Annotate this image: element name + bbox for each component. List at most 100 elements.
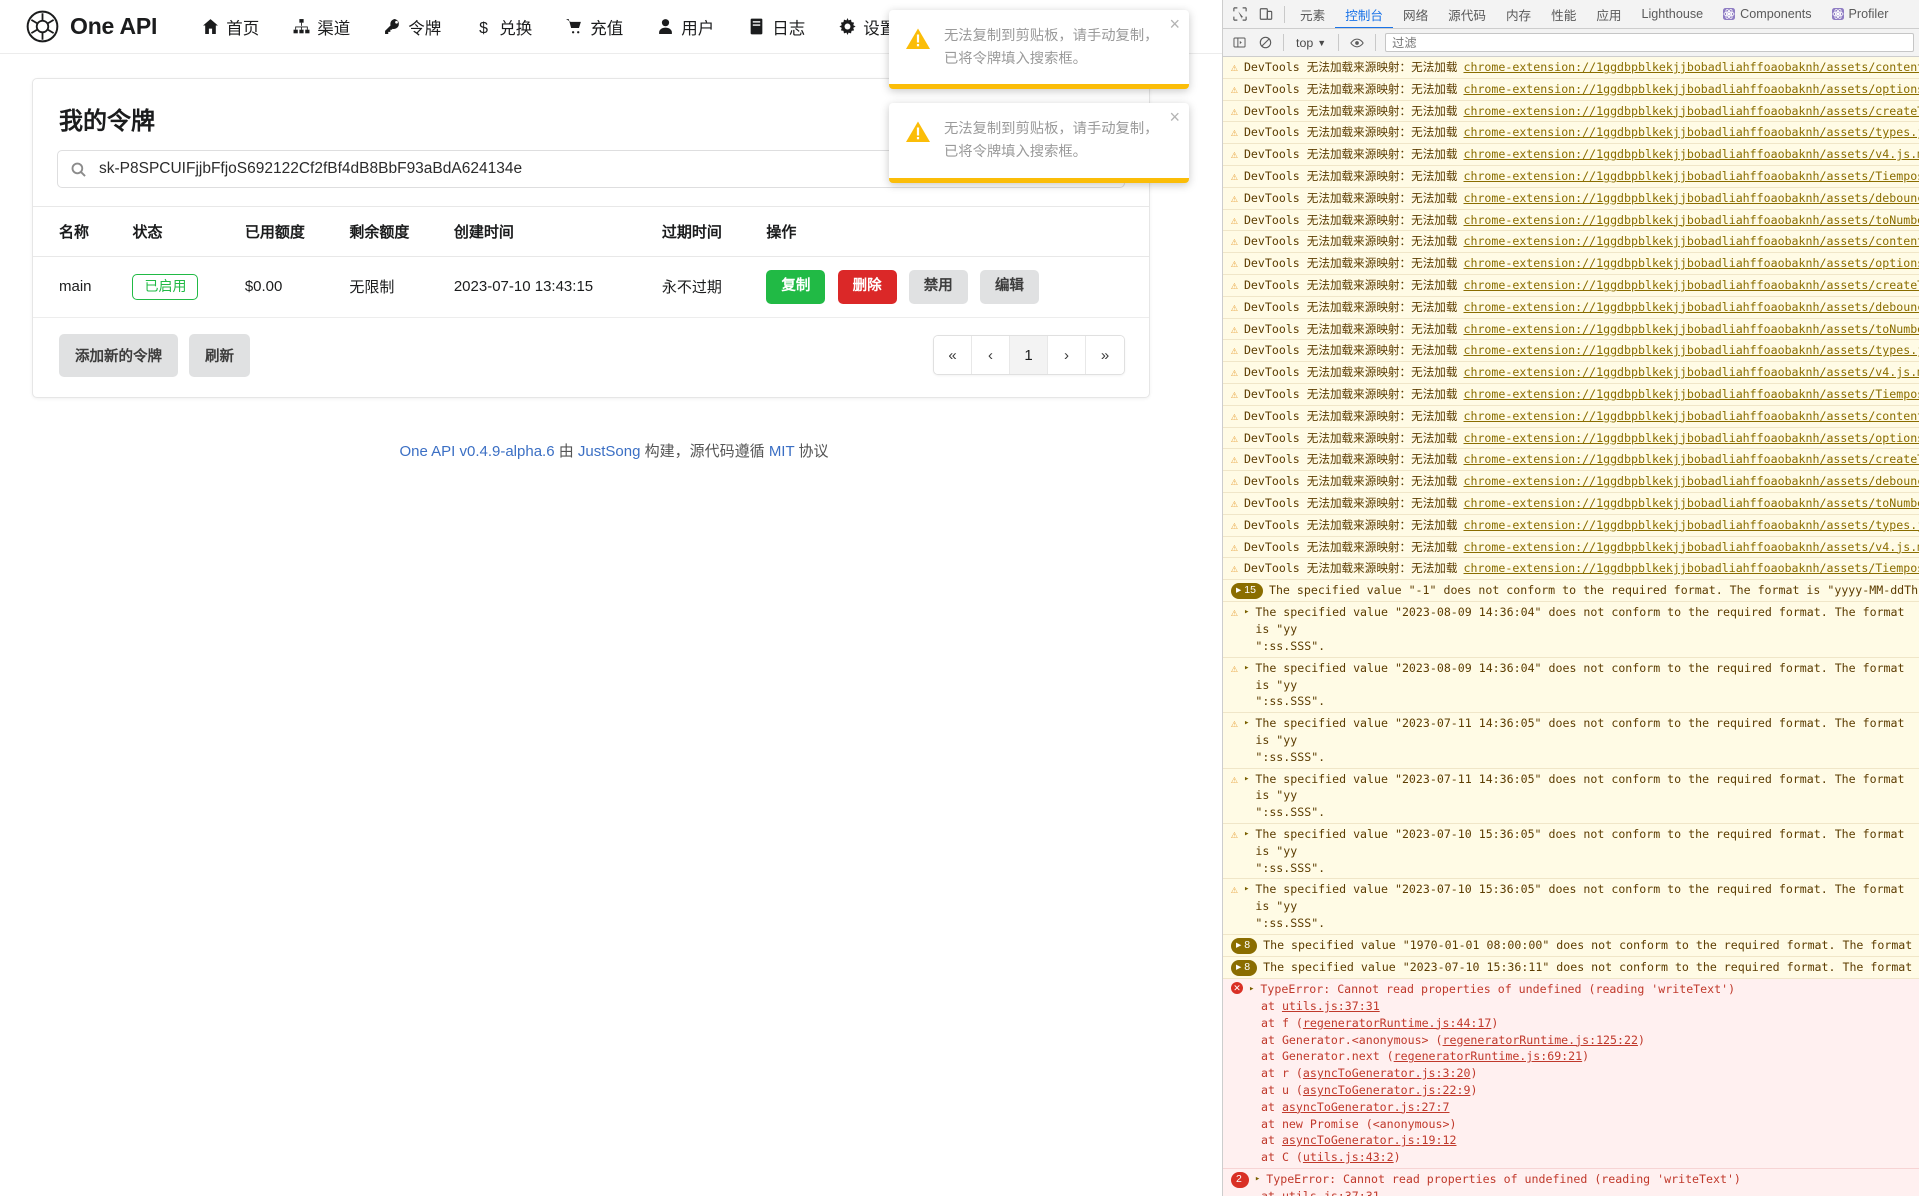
console-row[interactable]: ⚠ DevTools 无法加载来源映射：无法加载 chrome-extension:… [1223, 471, 1919, 493]
nav-item-redeem[interactable]: $ 兑换 [458, 0, 549, 54]
execution-context-select[interactable]: top ▼ [1289, 36, 1333, 50]
console-row[interactable]: ⚠ DevTools 无法加载来源映射：无法加载 chrome-extension:… [1223, 318, 1919, 341]
tab-components[interactable]: Components [1713, 0, 1821, 28]
tab-memory[interactable]: 内存 [1496, 0, 1541, 28]
row-link[interactable]: chrome-extension://1ggdbpblkekjjbobadlia… [1463, 277, 1919, 294]
row-link[interactable]: chrome-extension://1ggdbpblkekjjbobadlia… [1463, 495, 1919, 512]
console-row[interactable]: ⚠ DevTools 无法加载来源映射：无法加载 chrome-extension:… [1223, 492, 1919, 515]
row-link[interactable]: chrome-extension://1ggdbpblkekjjbobadlia… [1463, 386, 1919, 403]
column-header-used-quota[interactable]: 已用额度 [234, 206, 340, 257]
stack-link[interactable]: regeneratorRuntime.js:69:21 [1394, 1049, 1582, 1063]
console-group-row[interactable]: ▸ 15 The specified value "-1" does not c… [1223, 580, 1919, 603]
close-icon[interactable]: × [1169, 108, 1180, 126]
console-row[interactable]: ⚠ DevTools 无法加载来源映射：无法加载 chrome-extension:… [1223, 57, 1919, 79]
row-link[interactable]: chrome-extension://1ggdbpblkekjjbobadlia… [1463, 81, 1919, 98]
expand-triangle-icon[interactable]: ▸ [1244, 717, 1249, 730]
console-group-row[interactable]: ⚠ ▸ The specified value "2023-08-09 14:36… [1223, 657, 1919, 714]
refresh-button[interactable]: 刷新 [189, 333, 250, 377]
column-header-created-time[interactable]: 创建时间 [443, 206, 652, 257]
pagination-next[interactable]: › [1048, 336, 1086, 375]
close-icon[interactable]: × [1169, 15, 1180, 33]
pagination-first[interactable]: « [934, 336, 972, 375]
eye-icon[interactable] [1344, 30, 1370, 56]
console-row[interactable]: ⚠ DevTools 无法加载来源映射：无法加载 chrome-extension:… [1223, 514, 1919, 537]
console-row[interactable]: ⚠ DevTools 无法加载来源映射：无法加载 chrome-extension:… [1223, 449, 1919, 472]
footer-license[interactable]: MIT [769, 443, 795, 460]
console-row[interactable]: ⚠ DevTools 无法加载来源映射：无法加载 chrome-extension:… [1223, 362, 1919, 384]
row-link[interactable]: chrome-extension://1ggdbpblkekjjbobadlia… [1463, 451, 1919, 468]
stack-link[interactable]: asyncToGenerator.js:19:12 [1282, 1133, 1457, 1147]
nav-item-topup[interactable]: 充值 [549, 0, 640, 54]
console-row[interactable]: ⚠ DevTools 无法加载来源映射：无法加载 chrome-extension:… [1223, 165, 1919, 188]
row-link[interactable]: chrome-extension://1ggdbpblkekjjbobadlia… [1463, 517, 1919, 534]
footer-version[interactable]: One API v0.4.9-alpha.6 [399, 443, 554, 460]
nav-item-home[interactable]: 首页 [185, 0, 276, 54]
device-toolbar-icon[interactable] [1253, 1, 1279, 27]
console-filter-input[interactable] [1385, 33, 1914, 52]
status-badge[interactable]: 已启用 [132, 274, 199, 300]
nav-item-token[interactable]: 令牌 [367, 0, 458, 54]
console-row[interactable]: ⚠ DevTools 无法加载来源映射：无法加载 chrome-extension:… [1223, 274, 1919, 297]
tab-profiler[interactable]: Profiler [1822, 0, 1899, 28]
column-header-remain-quota[interactable]: 剩余额度 [339, 206, 444, 257]
console-group-row[interactable]: ⚠ ▸ The specified value "2023-07-10 15:36… [1223, 823, 1919, 880]
group-count-badge[interactable]: ▸ 15 [1231, 583, 1263, 600]
pagination-page-1[interactable]: 1 [1010, 336, 1048, 375]
tab-performance[interactable]: 性能 [1541, 0, 1586, 28]
tab-lighthouse[interactable]: Lighthouse [1632, 0, 1714, 28]
column-header-expired-time[interactable]: 过期时间 [651, 206, 757, 257]
console-group-row[interactable]: ⚠ ▸ The specified value "2023-07-11 14:36… [1223, 713, 1919, 769]
console-sidebar-icon[interactable] [1226, 30, 1252, 56]
group-count-badge[interactable]: ▸ 8 [1231, 937, 1258, 954]
expand-triangle-icon[interactable]: ▸ [1255, 1173, 1260, 1186]
row-link[interactable]: chrome-extension://1ggdbpblkekjjbobadlia… [1463, 233, 1919, 250]
row-link[interactable]: chrome-extension://1ggdbpblkekjjbobadlia… [1463, 473, 1919, 490]
stack-link[interactable]: asyncToGenerator.js:3:20 [1303, 1066, 1471, 1080]
nav-item-log[interactable]: 日志 [731, 0, 822, 54]
tab-sources[interactable]: 源代码 [1438, 0, 1496, 28]
row-link[interactable]: chrome-extension://1ggdbpblkekjjbobadlia… [1463, 146, 1919, 163]
row-link[interactable]: chrome-extension://1ggdbpblkekjjbobadlia… [1463, 299, 1919, 316]
row-link[interactable]: chrome-extension://1ggdbpblkekjjbobadlia… [1463, 124, 1919, 141]
row-link[interactable]: chrome-extension://1ggdbpblkekjjbobadlia… [1463, 364, 1919, 381]
row-link[interactable]: chrome-extension://1ggdbpblkekjjbobadlia… [1463, 430, 1919, 447]
row-link[interactable]: chrome-extension://1ggdbpblkekjjbobadlia… [1463, 408, 1919, 425]
delete-button[interactable]: 删除 [837, 270, 897, 304]
console-row[interactable]: ⚠ DevTools 无法加载来源映射：无法加载 chrome-extension:… [1223, 383, 1919, 406]
expand-triangle-icon[interactable]: ▸ [1244, 662, 1249, 675]
console-row[interactable]: ⚠ DevTools 无法加载来源映射：无法加载 chrome-extension:… [1223, 536, 1919, 559]
group-count-badge[interactable]: ▸ 8 [1231, 959, 1258, 977]
row-link[interactable]: chrome-extension://1ggdbpblkekjjbobadlia… [1463, 168, 1919, 185]
console-row[interactable]: ⚠ DevTools 无法加载来源映射：无法加载 chrome-extension:… [1223, 558, 1919, 581]
tab-elements[interactable]: 元素 [1290, 0, 1335, 28]
expand-triangle-icon[interactable]: ▸ [1249, 983, 1254, 996]
console-row[interactable]: ⚠ DevTools 无法加载来源映射：无法加载 chrome-extension:… [1223, 100, 1919, 123]
console-row[interactable]: ⚠ DevTools 无法加载来源映射：无法加载 chrome-extension:… [1223, 122, 1919, 145]
column-header-status[interactable]: 状态 [122, 206, 235, 257]
disable-button[interactable]: 禁用 [908, 270, 968, 304]
stack-link[interactable]: asyncToGenerator.js:27:7 [1282, 1100, 1450, 1114]
edit-button[interactable]: 编辑 [979, 270, 1039, 304]
error-count-badge[interactable]: 2 [1231, 1171, 1249, 1189]
clear-console-icon[interactable] [1252, 30, 1278, 56]
row-link[interactable]: chrome-extension://1ggdbpblkekjjbobadlia… [1463, 212, 1919, 229]
tab-network[interactable]: 网络 [1393, 0, 1438, 28]
console-row[interactable]: ⚠ DevTools 无法加载来源映射：无法加载 chrome-extension:… [1223, 296, 1919, 319]
stack-link[interactable]: utils.js:37:31 [1282, 999, 1380, 1013]
console-row[interactable]: ⚠ DevTools 无法加载来源映射：无法加载 chrome-extension:… [1223, 253, 1919, 275]
stack-link[interactable]: utils.js:37:31 [1282, 1189, 1380, 1196]
row-link[interactable]: chrome-extension://1ggdbpblkekjjbobadlia… [1463, 103, 1919, 120]
stack-link[interactable]: asyncToGenerator.js:22:9 [1303, 1083, 1471, 1097]
row-link[interactable]: chrome-extension://1ggdbpblkekjjbobadlia… [1463, 255, 1919, 272]
console-output[interactable]: ⚠ DevTools 无法加载来源映射：无法加载 chrome-extension:… [1223, 57, 1919, 1196]
inspect-element-icon[interactable] [1227, 1, 1253, 27]
row-link[interactable]: chrome-extension://1ggdbpblkekjjbobadlia… [1463, 59, 1919, 76]
expand-triangle-icon[interactable]: ▸ [1244, 773, 1249, 786]
pagination-prev[interactable]: ‹ [972, 336, 1010, 375]
row-link[interactable]: chrome-extension://1ggdbpblkekjjbobadlia… [1463, 560, 1919, 577]
tab-console[interactable]: 控制台 [1335, 0, 1393, 28]
console-group-row[interactable]: ▸ 8 The specified value "2023-07-10 15:3… [1223, 956, 1919, 980]
console-row[interactable]: ⚠ DevTools 无法加载来源映射：无法加载 chrome-extension:… [1223, 209, 1919, 232]
row-link[interactable]: chrome-extension://1ggdbpblkekjjbobadlia… [1463, 342, 1919, 359]
footer-author[interactable]: JustSong [578, 443, 641, 460]
